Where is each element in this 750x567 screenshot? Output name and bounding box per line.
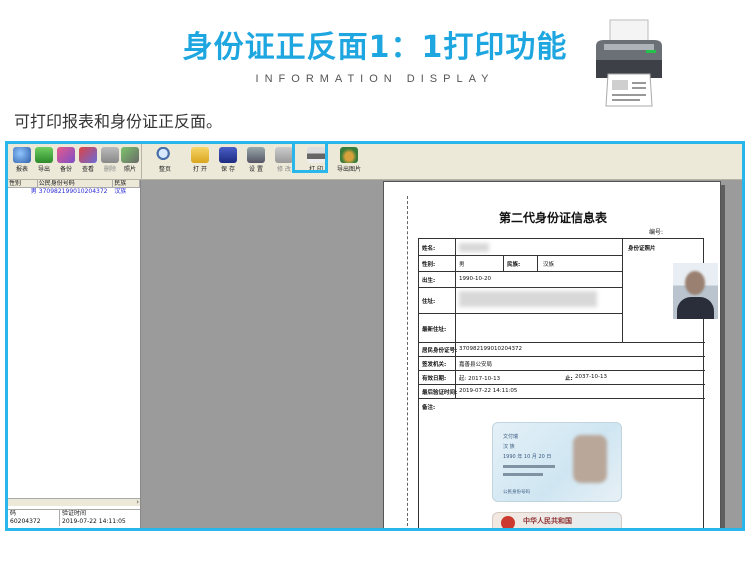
document-number-label: 编号:	[649, 229, 664, 236]
print-preview-page: 第二代身份证信息表 编号: 姓名: 身份证照片 性别: 男 民族: 汉族 出生:…	[383, 181, 721, 528]
settings-icon	[247, 147, 265, 163]
toolbar-view-button[interactable]: 查看	[76, 147, 100, 177]
document-title: 第二代身份证信息表	[498, 211, 607, 225]
toolbar-fullpage-button[interactable]: 整页	[150, 147, 180, 177]
column-ethnicity[interactable]: 民族	[113, 180, 140, 187]
toolbar-export-image-button[interactable]: 导出图片	[334, 147, 364, 177]
toolbar-settings-button[interactable]: 设 置	[244, 147, 268, 177]
table-row[interactable]: 男 370982199010204372 汉族	[8, 188, 140, 196]
toolbar-export-button[interactable]: 导出	[32, 147, 56, 177]
toolbar-photo-button[interactable]: 照片	[118, 147, 142, 177]
record-list-panel: 性别 公民身份号码 民族 男 370982199010204372 汉族 › 码…	[8, 180, 141, 528]
view-icon	[79, 147, 97, 163]
id-card-front-image: 文付瑞 汉 族 1990 年 10 月 20 日 公民身份号码	[492, 422, 622, 502]
export-image-icon	[340, 147, 358, 163]
zoom-icon	[156, 147, 174, 163]
photo-icon	[121, 147, 139, 163]
edit-icon	[275, 147, 293, 163]
report-icon	[13, 147, 31, 163]
toolbar-report-button[interactable]: 报表	[10, 147, 34, 177]
preview-toolbar: 整页 打 开 保 存 设 置 修 改 打 印 导出图片	[141, 144, 742, 180]
toolbar-open-button[interactable]: 打 开	[188, 147, 212, 177]
printer-illustration-icon	[596, 19, 662, 107]
left-toolbar: 报表 导出 备份 查看 删除 照片	[8, 144, 141, 180]
scroll-right-icon[interactable]: ›	[136, 498, 139, 506]
app-window: 报表 导出 备份 查看 删除 照片 整页 打 开 保 存 设 置 修 改 打 印…	[5, 141, 745, 531]
print-button-highlight	[292, 144, 328, 173]
toolbar-save-button[interactable]: 保 存	[216, 147, 240, 177]
backup-icon	[57, 147, 75, 163]
toolbar-backup-button[interactable]: 备份	[54, 147, 78, 177]
export-icon	[35, 147, 53, 163]
save-icon	[219, 147, 237, 163]
intro-text: 可打印报表和身份证正反面。	[14, 112, 223, 131]
horizontal-scrollbar[interactable]: ›	[8, 498, 140, 506]
verify-grid-header: 码 验证时间	[8, 509, 140, 518]
id-photo	[673, 263, 718, 319]
record-grid-header: 性别 公民身份号码 民族	[8, 180, 140, 188]
id-card-back-image: 中华人民共和国	[492, 512, 622, 528]
column-gender[interactable]: 性别	[8, 180, 38, 187]
column-id-number[interactable]: 公民身份号码	[38, 180, 114, 187]
national-emblem-icon	[501, 516, 515, 528]
delete-icon	[101, 147, 119, 163]
table-row[interactable]: 60204372 2019-07-22 14:11:05	[8, 518, 140, 526]
open-folder-icon	[191, 147, 209, 163]
